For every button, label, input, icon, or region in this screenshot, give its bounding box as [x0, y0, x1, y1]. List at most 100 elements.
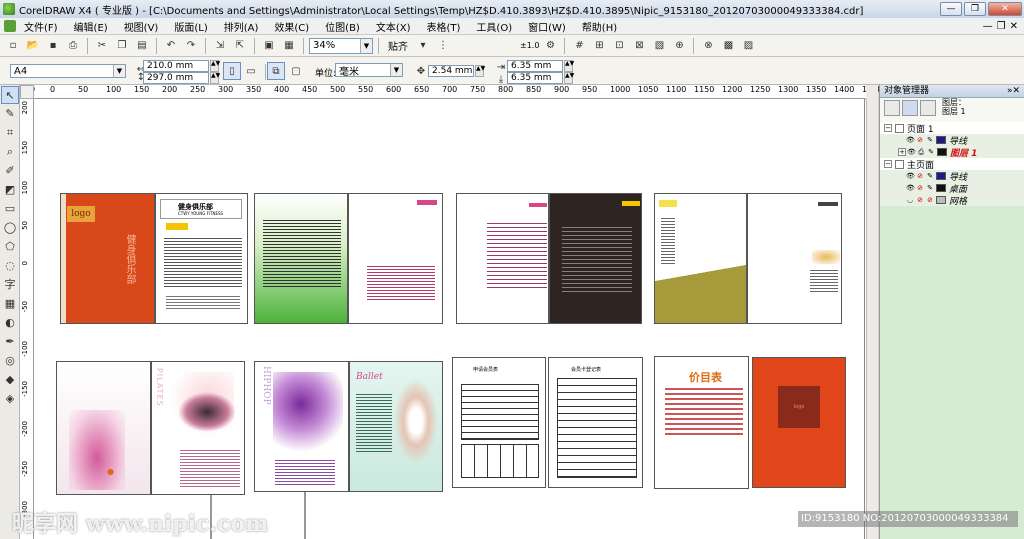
menu-effects[interactable]: 效果(C)	[266, 19, 317, 34]
freehand-tool-icon[interactable]: ✐	[1, 162, 19, 180]
page-thumb-ballet[interactable]: Ballet	[349, 361, 443, 492]
print-disabled-icon[interactable]: ⊘	[916, 196, 924, 204]
horizontal-ruler[interactable]: -500501001502002503003504004505005506006…	[20, 85, 882, 99]
drawing-canvas[interactable]: logo 健身俱乐部 健身俱乐部 CTWY YOUNG FITNESS ● PI…	[34, 99, 866, 539]
page-thumb-dancer-pink[interactable]: ●	[56, 361, 151, 495]
interactive-fill-icon[interactable]: ◈	[1, 390, 19, 408]
layers-icon[interactable]: ▧	[650, 37, 668, 55]
options-icon[interactable]: ⋮	[434, 37, 452, 55]
tree-row-page-1[interactable]: − 页面 1	[880, 122, 1024, 135]
page-thumb-pilates[interactable]: PILATES	[151, 361, 245, 495]
guidelines-icon[interactable]: ⊞	[590, 37, 608, 55]
fill-icon[interactable]: ▨	[739, 37, 757, 55]
basic-shapes-icon[interactable]: ◌	[1, 257, 19, 275]
pencil-icon[interactable]: ✎	[926, 172, 934, 180]
text-options-icon[interactable]: ⊗	[699, 37, 717, 55]
show-properties-icon[interactable]	[884, 100, 900, 116]
doc-restore-button[interactable]: ❐	[997, 21, 1006, 32]
paste-icon[interactable]: ▤	[133, 37, 151, 55]
eye-icon[interactable]: 👁	[907, 148, 916, 156]
smart-fill-icon[interactable]: ◩	[1, 181, 19, 199]
page-thumb-olive-right[interactable]	[747, 193, 842, 324]
units-combo[interactable]: 毫米 ▼	[335, 63, 403, 78]
zoom-level-combo[interactable]: 34% ▼	[309, 37, 373, 54]
tree-row-guides[interactable]: 👁 ⊘ ✎ 导线	[880, 134, 1024, 147]
current-page-icon[interactable]: ▢	[287, 62, 305, 80]
page-thumb-text-left[interactable]	[456, 193, 549, 324]
pencil-icon[interactable]: ✎	[927, 148, 935, 156]
undo-icon[interactable]: ↶	[162, 37, 180, 55]
page-thumb-form-1[interactable]: 申请会员表	[452, 357, 546, 488]
eyedropper-tool-icon[interactable]: ✒	[1, 333, 19, 351]
page-thumb-olive[interactable]	[654, 193, 747, 324]
minimize-button[interactable]: —	[940, 2, 962, 16]
tree-row-master-guides[interactable]: 👁 ⊘ ✎ 导线	[880, 170, 1024, 183]
doc-minimize-button[interactable]: —	[983, 21, 993, 32]
eye-icon[interactable]: 👁	[906, 172, 915, 180]
page-thumb-dark[interactable]	[549, 193, 642, 324]
menu-bitmaps[interactable]: 位图(B)	[317, 19, 368, 34]
paper-size-combo[interactable]: A4 ▼	[10, 64, 126, 78]
spinner-icon[interactable]: ▲▼	[210, 72, 220, 84]
menu-layout[interactable]: 版面(L)	[166, 19, 215, 34]
eye-icon[interactable]: 👁	[906, 184, 915, 192]
tree-row-grid[interactable]: ◡ ⊘ ⊘ 网格	[880, 194, 1024, 207]
tree-row-desktop[interactable]: 👁 ⊘ ✎ 桌面	[880, 182, 1024, 195]
redo-icon[interactable]: ↷	[182, 37, 200, 55]
snap-objects-icon[interactable]: ⊡	[610, 37, 628, 55]
export-icon[interactable]: ⇱	[231, 37, 249, 55]
page-thumb-form-2[interactable]: 会员卡登记表	[548, 357, 643, 488]
bitmap-icon[interactable]: ▩	[719, 37, 737, 55]
chevron-down-icon[interactable]: ▼	[390, 64, 402, 76]
page-thumb-green-text[interactable]	[254, 193, 348, 324]
landscape-icon[interactable]: ▭	[242, 62, 260, 80]
page-thumb-intro[interactable]: 健身俱乐部 CTWY YOUNG FITNESS	[155, 193, 248, 324]
menu-window[interactable]: 窗口(W)	[520, 19, 574, 34]
layer-color-swatch[interactable]	[936, 196, 946, 204]
ellipse-tool-icon[interactable]: ◯	[1, 219, 19, 237]
layer-color-swatch[interactable]	[937, 148, 947, 156]
spinner-icon[interactable]: ▲▼	[210, 60, 220, 72]
table-tool-icon[interactable]: ▦	[1, 295, 19, 313]
fill-tool-icon[interactable]: ◆	[1, 371, 19, 389]
menu-help[interactable]: 帮助(H)	[574, 19, 625, 34]
page-width-field[interactable]: 210.0 mm	[143, 60, 209, 72]
menu-text[interactable]: 文本(X)	[368, 19, 419, 34]
application-launcher-icon[interactable]: ▣	[260, 37, 278, 55]
rectangle-tool-icon[interactable]: ▭	[1, 200, 19, 218]
page-thumb-cover[interactable]: logo 健身俱乐部	[60, 193, 155, 324]
layer-manager-view-icon[interactable]	[920, 100, 936, 116]
options-gear-icon[interactable]: ⚙	[541, 37, 559, 55]
menu-edit[interactable]: 编辑(E)	[66, 19, 116, 34]
new-document-icon[interactable]: ▫	[4, 37, 22, 55]
print-disabled-icon[interactable]: ⊘	[916, 136, 924, 144]
menu-arrange[interactable]: 排列(A)	[216, 19, 267, 34]
portrait-icon[interactable]: ▯	[223, 62, 241, 80]
open-folder-icon[interactable]: 📂	[24, 37, 42, 55]
print-icon[interactable]: ⎙	[917, 148, 925, 156]
eye-icon[interactable]: 👁	[906, 136, 915, 144]
collapse-icon[interactable]: −	[884, 124, 892, 132]
menu-view[interactable]: 视图(V)	[116, 19, 167, 34]
document-icon[interactable]	[4, 20, 16, 32]
chevron-down-icon[interactable]: ▾	[414, 37, 432, 55]
tree-row-layer-1[interactable]: + 👁 ⎙ ✎ 图层 1	[880, 146, 1024, 159]
maximize-button[interactable]: ❐	[964, 2, 986, 16]
chevron-down-icon[interactable]: ▼	[113, 65, 125, 77]
chevron-down-icon[interactable]: ▼	[360, 38, 372, 53]
pick-tool-icon[interactable]: ↖	[1, 86, 19, 104]
print-icon[interactable]: ⎙	[64, 37, 82, 55]
cut-icon[interactable]: ✂	[93, 37, 111, 55]
import-icon[interactable]: ⇲	[211, 37, 229, 55]
shape-tool-icon[interactable]: ✎	[1, 105, 19, 123]
pencil-icon[interactable]: ✎	[926, 136, 934, 144]
page-thumb-hiphop[interactable]: HIPHOP	[254, 361, 349, 492]
interactive-blend-icon[interactable]: ◐	[1, 314, 19, 332]
docker-collapse-icon[interactable]: »✕	[1007, 86, 1020, 96]
eye-closed-icon[interactable]: ◡	[906, 196, 914, 204]
nudge-distance-field[interactable]: 2.54 mm	[428, 65, 474, 77]
launch-label[interactable]: ±1.0	[520, 41, 539, 50]
layer-color-swatch[interactable]	[936, 184, 946, 192]
zoom-tool-icon[interactable]: ⌕	[1, 143, 19, 161]
vertical-ruler[interactable]: 200 150 100 50 0 -50 -100 -150 -200 -250 -300	[20, 99, 34, 539]
